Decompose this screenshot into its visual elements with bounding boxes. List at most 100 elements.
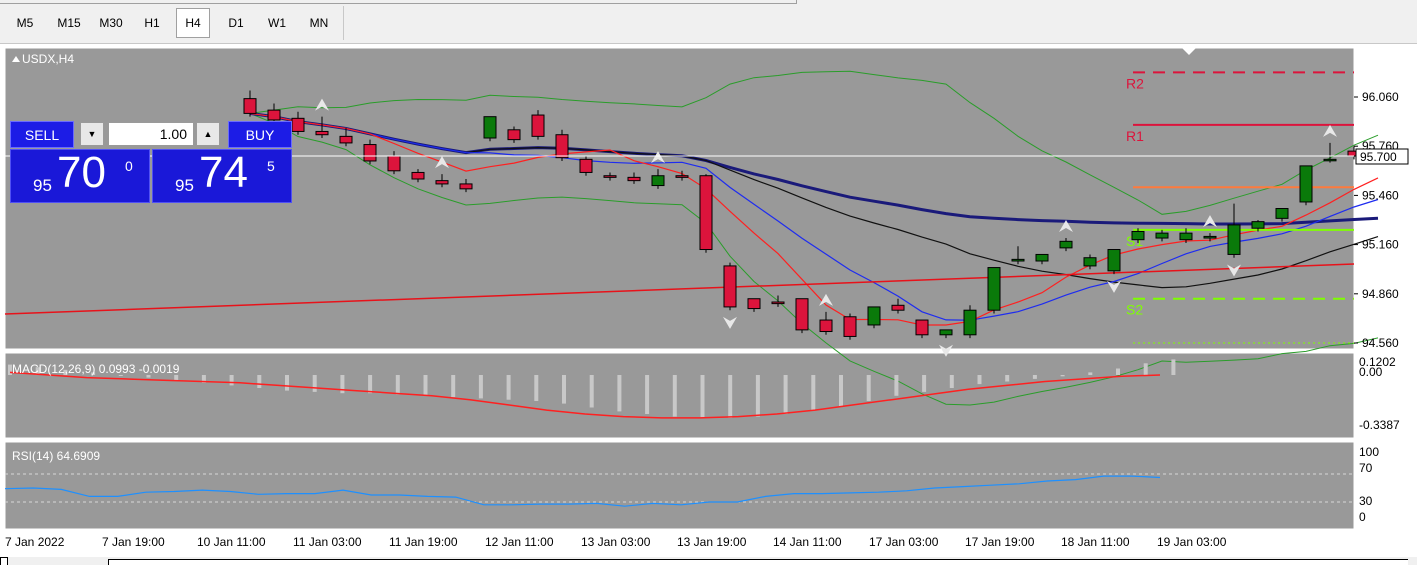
timeframe-toolbar: M5 M15 M30 H1 H4 D1 W1 MN xyxy=(0,0,1417,44)
candle-body xyxy=(315,130,329,136)
tf-h1-button[interactable]: H1 xyxy=(138,8,166,38)
time-tick: 13 Jan 03:00 xyxy=(581,535,651,549)
candle-body xyxy=(939,329,953,336)
tf-w1-button[interactable]: W1 xyxy=(262,8,292,38)
time-tick: 11 Jan 03:00 xyxy=(293,535,362,549)
macd-histogram-bar xyxy=(645,375,650,414)
lot-decrease-button[interactable]: ▼ xyxy=(80,122,104,146)
candle-body xyxy=(651,175,665,187)
candle-body xyxy=(387,155,401,172)
lot-increase-button[interactable]: ▲ xyxy=(196,122,220,146)
rsi-panel[interactable] xyxy=(4,441,1355,530)
macd-histogram-bar xyxy=(755,375,760,417)
macd-tick: -0.3387 xyxy=(1359,418,1400,432)
macd-histogram-bar xyxy=(534,375,539,401)
macd-histogram-bar xyxy=(1005,375,1010,382)
macd-histogram-bar xyxy=(229,375,234,386)
macd-histogram-bar xyxy=(506,375,511,400)
macd-panel[interactable] xyxy=(4,352,1355,439)
candle-body xyxy=(603,175,617,178)
sell-price-prefix: 95 xyxy=(33,176,52,195)
time-tick: 10 Jan 11:00 xyxy=(197,535,266,549)
tab-bar xyxy=(0,557,1417,565)
candle-body xyxy=(819,319,833,333)
macd-histogram-bar xyxy=(700,375,705,418)
candle-body xyxy=(555,134,569,159)
candle-body xyxy=(627,176,641,182)
sell-button[interactable]: SELL xyxy=(10,121,74,148)
pivot-label: S2 xyxy=(1126,302,1143,318)
buy-price-display[interactable]: 95 74 5 xyxy=(152,148,292,203)
time-tick: 7 Jan 2022 xyxy=(5,535,65,549)
candle-body xyxy=(267,109,281,121)
candle-body xyxy=(1107,249,1121,272)
candle-body xyxy=(339,135,353,144)
macd-histogram-bar xyxy=(1088,372,1093,375)
lot-size-input[interactable] xyxy=(108,122,194,146)
time-tick: 18 Jan 11:00 xyxy=(1061,535,1130,549)
time-tick: 13 Jan 19:00 xyxy=(677,535,747,549)
toolbar-divider xyxy=(0,0,797,4)
tf-m5-button[interactable]: M5 xyxy=(10,8,40,38)
macd-histogram-bar xyxy=(728,375,733,418)
macd-histogram-bar xyxy=(1060,375,1065,377)
macd-histogram-bar xyxy=(1171,359,1176,375)
macd-histogram-bar xyxy=(866,375,871,401)
tf-d1-button[interactable]: D1 xyxy=(222,8,250,38)
candle-body xyxy=(891,304,905,311)
tf-m15-button[interactable]: M15 xyxy=(50,8,88,38)
buy-price-prefix: 95 xyxy=(175,176,194,195)
macd-histogram-bar xyxy=(894,375,899,396)
macd-histogram-bar xyxy=(423,375,428,396)
candle-body xyxy=(483,116,497,139)
current-price-text: 95.700 xyxy=(1360,150,1397,164)
candle-body xyxy=(1035,253,1049,262)
macd-histogram-bar xyxy=(949,375,954,388)
candle-body xyxy=(915,319,929,336)
symbol-label: USDX,H4 xyxy=(22,52,74,66)
macd-histogram-bar xyxy=(672,375,677,417)
price-tick: 94.860 xyxy=(1362,287,1399,301)
time-tick: 17 Jan 19:00 xyxy=(965,535,1035,549)
buy-button[interactable]: BUY xyxy=(228,121,292,148)
buy-price-sup: 5 xyxy=(267,158,275,174)
candle-body xyxy=(1179,232,1193,241)
tf-m30-button[interactable]: M30 xyxy=(92,8,130,38)
rsi-label: RSI(14) 64.6909 xyxy=(12,449,100,463)
sell-price-display[interactable]: 95 70 0 xyxy=(10,148,150,203)
tf-h4-button[interactable]: H4 xyxy=(176,8,210,38)
macd-histogram-bar xyxy=(922,375,927,392)
candle-body xyxy=(1059,240,1073,249)
candle-body xyxy=(843,316,857,337)
rsi-tick: 100 xyxy=(1359,445,1379,459)
sell-price-main: 70 xyxy=(57,148,106,197)
time-tick: 17 Jan 03:00 xyxy=(869,535,939,549)
rsi-tick: 70 xyxy=(1359,461,1373,475)
tab-corner xyxy=(0,557,8,565)
candle-body xyxy=(675,175,689,178)
time-tick: 12 Jan 11:00 xyxy=(485,535,554,549)
candle-body xyxy=(531,114,545,137)
macd-histogram-bar xyxy=(1032,375,1037,379)
macd-tick: 0.00 xyxy=(1359,365,1383,379)
buy-price-main: 74 xyxy=(199,148,248,197)
toolbar-separator xyxy=(343,6,344,40)
price-tick: 95.160 xyxy=(1362,238,1399,252)
candle-body xyxy=(699,175,713,251)
candle-body xyxy=(867,306,881,326)
macd-histogram-bar xyxy=(589,375,594,408)
macd-label: MACD(12,26,9) 0.0993 -0.0019 xyxy=(12,362,180,376)
chart-window[interactable]: R2 R1 S1 S2 96.060 95.760 95.460 95.160 94.860 9… xyxy=(0,44,1417,557)
candle-body xyxy=(1203,235,1217,239)
candle-body xyxy=(1251,221,1265,229)
macd-histogram-bar xyxy=(451,375,456,398)
price-tick: 96.060 xyxy=(1362,90,1399,104)
chart-tab[interactable] xyxy=(108,559,1408,565)
time-tick: 7 Jan 19:00 xyxy=(102,535,165,549)
time-tick: 14 Jan 11:00 xyxy=(773,535,842,549)
tf-mn-button[interactable]: MN xyxy=(302,8,336,38)
rsi-tick: 30 xyxy=(1359,494,1373,508)
macd-histogram-bar xyxy=(617,375,622,412)
candle-body xyxy=(963,309,977,336)
candle-body xyxy=(1227,224,1241,255)
